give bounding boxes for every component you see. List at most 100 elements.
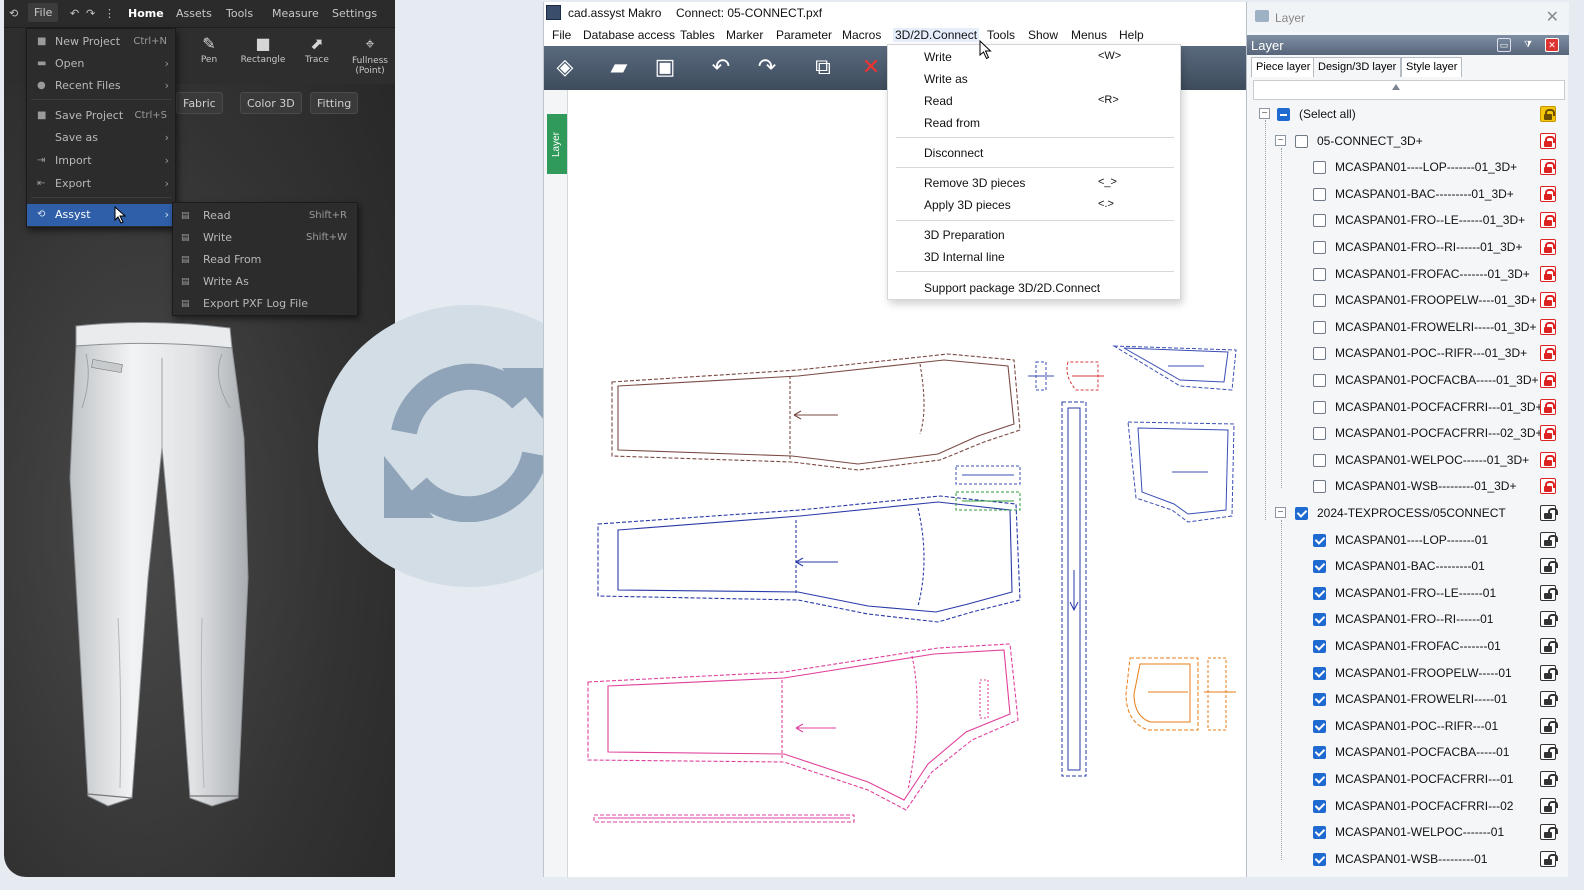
- menu-item-recent-files[interactable]: ● Recent Files ›: [27, 75, 175, 97]
- submenu-item-write-as[interactable]: ▤ Write As: [173, 271, 357, 293]
- layer-checkbox[interactable]: [1313, 374, 1326, 387]
- tree-row-3d-layer[interactable]: MCASPAN01-FROWELRI-----01_3D+: [1247, 314, 1569, 340]
- lock-icon[interactable]: [1540, 133, 1556, 149]
- menu-item-save-project[interactable]: ■ Save Project Ctrl+S: [27, 105, 175, 127]
- lock-icon[interactable]: [1540, 478, 1556, 494]
- lock-icon[interactable]: [1540, 718, 1558, 734]
- close-icon[interactable]: ✕: [1546, 7, 1559, 27]
- cad-menu-menus[interactable]: Menus: [1071, 28, 1107, 42]
- menu-item-export[interactable]: ⇤ Export ›: [27, 173, 175, 195]
- layer-checkbox[interactable]: [1313, 693, 1326, 706]
- more-icon[interactable]: ⋮: [104, 7, 115, 20]
- tab-piece-layer[interactable]: Piece layer: [1251, 57, 1316, 77]
- menu-item-apply-3d-pieces[interactable]: Apply 3D pieces: [924, 198, 1011, 212]
- lock-icon[interactable]: [1540, 399, 1556, 415]
- tree-row-group-05-connect-3d[interactable]: − 05-CONNECT_3D+: [1247, 128, 1569, 154]
- color-3d-button[interactable]: Color 3D: [240, 92, 302, 114]
- pants-3d-icon[interactable]: [62, 318, 262, 818]
- assyst-logo-icon[interactable]: ◈: [548, 52, 582, 84]
- tab-style-layer[interactable]: Style layer: [1401, 57, 1463, 77]
- menu-item-support-package[interactable]: Support package 3D/2D.Connect: [924, 281, 1100, 295]
- lock-icon[interactable]: [1540, 212, 1556, 228]
- tree-row-2d-layer[interactable]: MCASPAN01-WELPOC-------01: [1247, 819, 1569, 845]
- tree-row-2d-layer[interactable]: MCASPAN01-FRO--RI------01: [1247, 606, 1569, 632]
- collapse-toggle-icon[interactable]: −: [1259, 108, 1270, 119]
- lock-icon[interactable]: [1540, 665, 1558, 681]
- tool-pen[interactable]: ✎ Pen: [184, 34, 234, 65]
- menu-item-save-as[interactable]: Save as ›: [27, 127, 175, 149]
- layer-checkbox[interactable]: [1313, 800, 1326, 813]
- fabric-button[interactable]: Fabric: [176, 92, 223, 114]
- redo-icon[interactable]: ↷: [86, 7, 95, 20]
- layer-checkbox[interactable]: [1313, 241, 1326, 254]
- lock-icon[interactable]: [1540, 744, 1558, 760]
- tree-row-3d-layer[interactable]: MCASPAN01-FROFAC-------01_3D+: [1247, 261, 1569, 287]
- layer-checkbox[interactable]: [1313, 640, 1326, 653]
- close-icon[interactable]: ✕: [1545, 38, 1559, 52]
- layer-checkbox[interactable]: [1313, 401, 1326, 414]
- lock-icon[interactable]: [1540, 691, 1558, 707]
- layer-checkbox[interactable]: [1313, 534, 1326, 547]
- layer-checkbox[interactable]: [1313, 853, 1326, 866]
- tree-row-3d-layer[interactable]: MCASPAN01-POC--RIFR---01_3D+: [1247, 340, 1569, 366]
- menu-item-read-from[interactable]: Read from: [924, 116, 980, 130]
- lock-icon[interactable]: [1540, 319, 1556, 335]
- tree-row-2d-layer[interactable]: MCASPAN01-BAC---------01: [1247, 553, 1569, 579]
- menu-settings[interactable]: Settings: [332, 7, 377, 20]
- tree-row-2d-layer[interactable]: MCASPAN01-WSB---------01: [1247, 846, 1569, 872]
- menu-item-disconnect[interactable]: Disconnect: [924, 146, 983, 160]
- layer-checkbox[interactable]: [1313, 294, 1326, 307]
- fitting-button[interactable]: Fitting: [310, 92, 359, 114]
- lock-icon[interactable]: [1540, 771, 1558, 787]
- menu-item-import[interactable]: ⇥ Import ›: [27, 150, 175, 172]
- layer-checkbox[interactable]: [1313, 214, 1326, 227]
- tree-row-2d-layer[interactable]: MCASPAN01-FROWELRI-----01: [1247, 686, 1569, 712]
- layer-checkbox[interactable]: [1313, 560, 1326, 573]
- layer-checkbox[interactable]: [1313, 427, 1326, 440]
- tree-row-2d-layer[interactable]: MCASPAN01----LOP-------01: [1247, 527, 1569, 553]
- layer-checkbox[interactable]: [1313, 321, 1326, 334]
- submenu-item-read[interactable]: ▤ Read Shift+R: [173, 205, 357, 227]
- tree-row-3d-layer[interactable]: MCASPAN01-POCFACFRRI---02_3D+: [1247, 420, 1569, 446]
- lock-icon[interactable]: [1540, 239, 1556, 255]
- file-menu-button[interactable]: File: [28, 3, 59, 22]
- menu-item-write[interactable]: Write: [924, 50, 952, 64]
- tool-fullness[interactable]: ⌖ Fullness (Point): [345, 34, 395, 76]
- collapse-toggle-icon[interactable]: −: [1275, 507, 1286, 518]
- tree-row-2d-layer[interactable]: MCASPAN01-POC--RIFR---01: [1247, 713, 1569, 739]
- layer-checkbox[interactable]: [1313, 587, 1326, 600]
- menu-tools[interactable]: Tools: [226, 7, 253, 20]
- save-disk-icon[interactable]: ▣: [648, 52, 682, 84]
- tree-row-2d-layer[interactable]: MCASPAN01-POCFACBA-----01: [1247, 739, 1569, 765]
- menu-measure[interactable]: Measure: [272, 7, 319, 20]
- tool-rectangle[interactable]: ■ Rectangle: [238, 34, 288, 65]
- submenu-item-export-pxf-log[interactable]: ▤ Export PXF Log File: [173, 293, 357, 315]
- undo-icon[interactable]: ↶: [704, 52, 738, 84]
- lock-icon[interactable]: [1540, 372, 1556, 388]
- submenu-item-read-from[interactable]: ▤ Read From: [173, 249, 357, 271]
- menu-home[interactable]: Home: [128, 7, 164, 20]
- tree-row-2d-layer[interactable]: MCASPAN01-FROFAC-------01: [1247, 633, 1569, 659]
- layer-checkbox[interactable]: [1313, 188, 1326, 201]
- layer-checkbox[interactable]: [1313, 667, 1326, 680]
- cad-menu-database-access[interactable]: Database access: [583, 28, 675, 42]
- layer-checkbox[interactable]: [1313, 268, 1326, 281]
- layer-checkbox[interactable]: [1277, 108, 1290, 121]
- layer-checkbox[interactable]: [1313, 720, 1326, 733]
- layer-checkbox[interactable]: [1313, 773, 1326, 786]
- layer-checkbox[interactable]: [1313, 161, 1326, 174]
- filter-icon[interactable]: ⧩: [1521, 38, 1535, 52]
- cad-menu-file[interactable]: File: [552, 28, 571, 42]
- menu-item-remove-3d-pieces[interactable]: Remove 3D pieces: [924, 176, 1025, 190]
- lock-icon[interactable]: [1540, 186, 1556, 202]
- tree-row-2d-layer[interactable]: MCASPAN01-POCFACFRRI---02: [1247, 793, 1569, 819]
- lock-icon[interactable]: [1540, 452, 1556, 468]
- lock-icon[interactable]: [1540, 345, 1556, 361]
- lock-icon[interactable]: [1540, 824, 1558, 840]
- lock-icon[interactable]: [1540, 106, 1556, 122]
- cad-menu-tables[interactable]: Tables: [680, 28, 715, 42]
- tree-row-3d-layer[interactable]: MCASPAN01-FRO--LE------01_3D+: [1247, 207, 1569, 233]
- lock-icon[interactable]: [1540, 159, 1556, 175]
- layer-filter-header[interactable]: [1253, 80, 1565, 100]
- piece-view-icon[interactable]: ⧉: [806, 52, 840, 84]
